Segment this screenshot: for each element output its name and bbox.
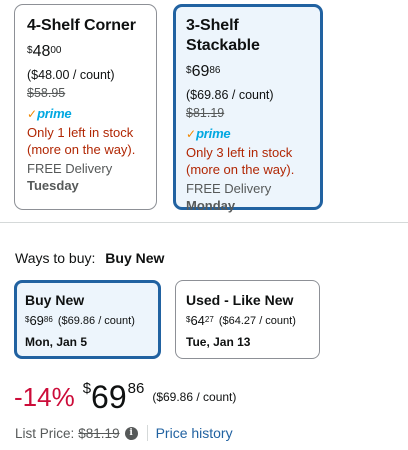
price-per-count: ($64.27 / count) (218, 315, 296, 327)
price-fraction: 86 (43, 315, 53, 324)
prime-badge: ✓ prime (186, 126, 310, 142)
variation-selector: 4-Shelf Corner $ 48 00 ($48.00 / count) … (0, 0, 408, 222)
stock-status: Only 1 left in stock (more on the way). (27, 125, 136, 157)
list-price-value: $81.19 (78, 425, 120, 441)
price-per-count: ($48.00 / count) (27, 68, 115, 82)
info-icon[interactable]: i (124, 426, 138, 440)
prime-label: prime (37, 106, 72, 121)
main-price-block: -14% $ 69 86 ($69.86 / count) (14, 378, 236, 418)
delivery-label: FREE Delivery (186, 181, 272, 196)
price-per-count: ($69.86 / count) (186, 88, 274, 102)
separator (146, 425, 148, 441)
buy-option-buy-new[interactable]: Buy New $ 69 86 ($69.86 / count) Mon, Ja… (14, 280, 161, 359)
buy-option-title: Used - Like New (186, 292, 294, 308)
buy-option-price: $ 69 86 ($69.86 / count) (25, 313, 150, 329)
delivery-day: Monday (186, 198, 236, 213)
ways-to-buy-label: Ways to buy: (15, 250, 96, 266)
prime-check-icon: ✓ (27, 107, 38, 121)
price-fraction: 86 (209, 65, 221, 76)
price-fraction: 00 (50, 45, 62, 56)
discount-percentage: -14% (14, 382, 75, 412)
price-whole: 69 (191, 63, 210, 80)
delivery-label: FREE Delivery (27, 161, 113, 176)
list-price-strikethrough: $58.95 (27, 86, 66, 100)
price-fraction: 86 (127, 380, 145, 397)
section-divider (0, 222, 408, 223)
price-whole: 69 (29, 313, 44, 328)
ways-to-buy-selected: Buy New (105, 250, 165, 266)
price-history-link[interactable]: Price history (156, 425, 233, 441)
buy-option-price: $ 64 27 ($64.27 / count) (186, 313, 309, 329)
buy-option-delivery-date: Tue, Jan 13 (186, 335, 251, 349)
price-whole: 48 (32, 43, 51, 60)
stock-status: Only 3 left in stock (more on the way). (186, 145, 295, 177)
prime-label: prime (196, 126, 231, 141)
buy-option-delivery-date: Mon, Jan 5 (25, 335, 88, 349)
price-per-count: ($69.86 / count) (152, 390, 237, 404)
prime-badge: ✓ prime (27, 106, 144, 122)
price-whole: 69 (91, 379, 127, 415)
buy-option-used-like-new[interactable]: Used - Like New $ 64 27 ($64.27 / count)… (175, 280, 320, 359)
variation-price: $ 69 86 (186, 62, 310, 82)
variation-card-3-shelf-stackable[interactable]: 3-Shelf Stackable $ 69 86 ($69.86 / coun… (173, 4, 323, 213)
variation-title: 4-Shelf Corner (27, 17, 136, 34)
list-price-strikethrough: $81.19 (186, 106, 225, 120)
variation-title: 3-Shelf Stackable (186, 17, 260, 54)
prime-check-icon: ✓ (186, 127, 197, 141)
price-per-count: ($69.86 / count) (57, 315, 135, 327)
variation-price: $ 48 00 (27, 42, 144, 62)
buy-option-title: Buy New (25, 292, 85, 308)
list-price-label: List Price: (15, 425, 75, 441)
price-fraction: 27 (204, 315, 214, 324)
variation-card-4-shelf-corner[interactable]: 4-Shelf Corner $ 48 00 ($48.00 / count) … (14, 4, 157, 210)
price-whole: 64 (190, 313, 205, 328)
ways-to-buy-header: Ways to buy: Buy New (15, 249, 164, 267)
price-symbol: $ (82, 380, 92, 397)
list-price-row: List Price: $81.19 i Price history (15, 424, 233, 442)
delivery-day: Tuesday (27, 178, 79, 193)
